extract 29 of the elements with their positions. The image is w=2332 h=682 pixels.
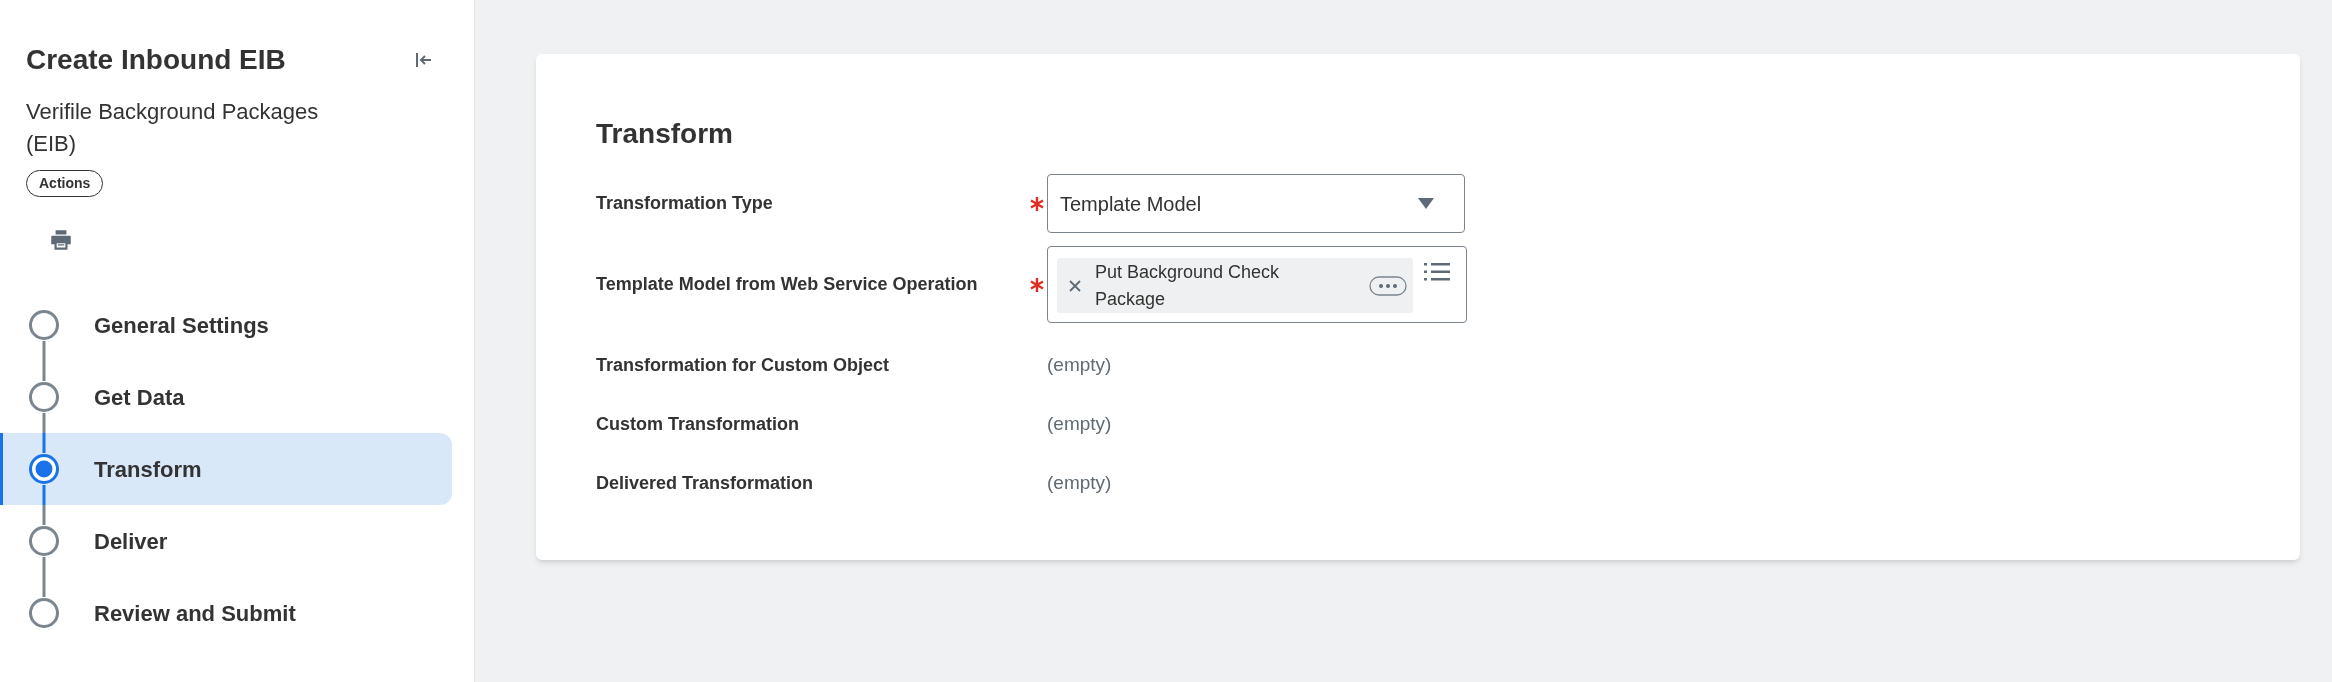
selected-item-chip: Put Background Check Package [1057, 258, 1413, 313]
field-value: (empty) [1047, 412, 1112, 437]
dropdown-field[interactable]: Template Model [1047, 174, 1465, 233]
step-marker-icon [28, 433, 60, 505]
dropdown-caret-icon [1418, 198, 1434, 209]
field-label: Transformation Type [596, 192, 774, 215]
field-value: (empty) [1047, 353, 1112, 378]
remove-icon[interactable] [1069, 279, 1081, 292]
field-value: (empty) [1047, 471, 1112, 496]
multiselect-field[interactable]: Put Background Check Package [1047, 246, 1467, 323]
print-icon[interactable] [48, 227, 74, 253]
step-item[interactable]: Deliver [0, 505, 452, 577]
field-label: Template Model from Web Service Operation [596, 273, 979, 296]
step-item[interactable]: Review and Submit [0, 577, 452, 649]
step-marker-icon [28, 505, 60, 577]
page-subtitle: Verifile Background Packages (EIB) [25, 98, 320, 158]
field-label: Transformation for Custom Object [596, 354, 891, 377]
section-title: Transform [596, 117, 734, 151]
field-label: Custom Transformation [596, 413, 801, 436]
step-item[interactable]: General Settings [0, 289, 452, 361]
step-item[interactable]: Transform [0, 433, 452, 505]
step-marker-icon [28, 361, 60, 433]
list-icon[interactable] [1424, 262, 1450, 282]
step-item[interactable]: Get Data [0, 361, 452, 433]
page-title: Create Inbound EIB [26, 43, 286, 77]
actions-button[interactable]: Actions [26, 170, 104, 197]
field-label: Delivered Transformation [596, 472, 815, 495]
collapse-panel-icon[interactable] [414, 50, 434, 70]
more-options-icon[interactable] [1369, 275, 1407, 296]
